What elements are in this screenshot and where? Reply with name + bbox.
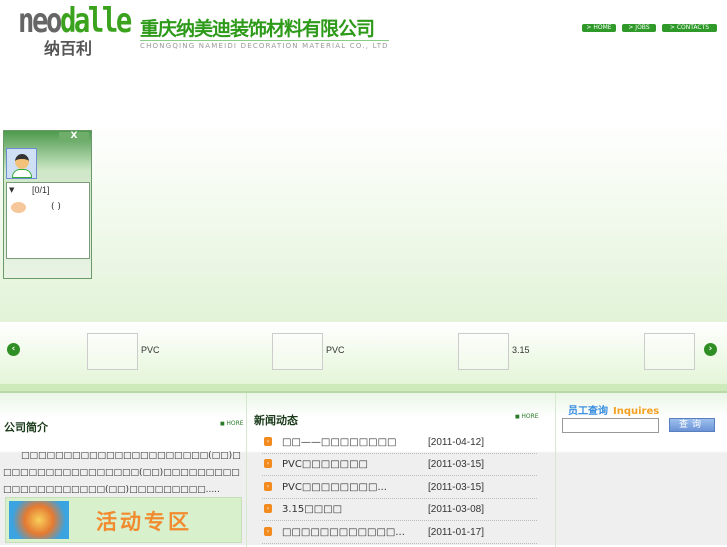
- slide-label[interactable]: 3.15: [512, 345, 530, 355]
- inquiry-title: 员工查询 Inquires: [568, 406, 660, 417]
- nav-contacts[interactable]: > CONTACTS: [662, 24, 717, 32]
- bullet-icon: ›: [264, 482, 272, 491]
- bullet-icon: ›: [264, 527, 272, 536]
- news-item-title[interactable]: PVC□□□□□□□: [282, 454, 368, 476]
- contact-list: ▼ [0/1] ( ): [6, 182, 90, 259]
- news-item[interactable]: › 3.15□□□□ [2011-03-08]: [262, 499, 537, 521]
- inquiry-button[interactable]: 查询: [669, 418, 715, 432]
- news-title: 新闻动态: [254, 414, 298, 427]
- about-section: 公司简介 HORE □□□□□□□□□□□□□□□□□□□□□□(□□)□□□□…: [0, 393, 247, 547]
- slide-thumb[interactable]: [644, 333, 695, 370]
- news-item-title[interactable]: 3.15□□□□: [282, 499, 342, 521]
- logo-cn: 纳百利: [44, 39, 93, 58]
- slide-thumb[interactable]: [272, 333, 323, 370]
- news-item-date: [2011-03-15]: [428, 459, 484, 470]
- nav-jobs[interactable]: > JOBS: [622, 24, 656, 32]
- logo[interactable]: neodalle 纳百利: [18, 1, 132, 58]
- chat-bubble-icon: [11, 202, 26, 213]
- news-item[interactable]: › □□——□□□□□□□□ [2011-04-12]: [262, 432, 537, 454]
- chat-widget: X ▼ [0/1] ( ): [3, 130, 92, 279]
- avatar: [6, 148, 37, 179]
- bullet-icon: ›: [264, 504, 272, 513]
- news-more-link[interactable]: HORE: [515, 413, 538, 420]
- banner-text: 活动专区: [96, 510, 192, 534]
- slide-label[interactable]: PVC: [326, 345, 345, 355]
- product-slider: ‹ PVC PVC 3.15 ›: [0, 322, 727, 391]
- news-item[interactable]: › □□□□□□□□□□□□... [2011-01-17]: [262, 522, 537, 544]
- logo-text: neodalle: [18, 1, 132, 41]
- news-item-date: [2011-03-08]: [428, 504, 484, 515]
- contact-item[interactable]: ( ): [51, 202, 61, 212]
- about-text: □□□□□□□□□□□□□□□□□□□□□□(□□)□□□□□□□□□□□□□□…: [3, 451, 241, 495]
- nav-home[interactable]: > HOME: [582, 24, 616, 32]
- group-label[interactable]: [0/1]: [32, 185, 50, 195]
- news-item-title[interactable]: PVC□□□□□□□□...: [282, 477, 387, 499]
- bullet-icon: ›: [264, 437, 272, 446]
- company-name-en: CHONGQING NAMEIDI DECORATION MATERIAL CO…: [140, 40, 389, 50]
- bullet-icon: ›: [264, 459, 272, 468]
- close-button[interactable]: X: [59, 132, 89, 141]
- about-title: 公司简介: [4, 421, 48, 434]
- slide-thumb[interactable]: [458, 333, 509, 370]
- slide-label[interactable]: PVC: [141, 345, 160, 355]
- news-section: 新闻动态 HORE › □□——□□□□□□□□ [2011-04-12] › PVC…: [247, 393, 556, 547]
- news-item-date: [2011-03-15]: [428, 482, 484, 493]
- news-item-title[interactable]: □□——□□□□□□□□: [282, 432, 396, 454]
- news-item-date: [2011-04-12]: [428, 437, 484, 448]
- slide-thumb[interactable]: [87, 333, 138, 370]
- inquiry-section: 员工查询 Inquires 查询: [556, 393, 727, 547]
- news-item[interactable]: › PVC□□□□□□□ [2011-03-15]: [262, 454, 537, 476]
- prev-arrow-icon[interactable]: ‹: [7, 343, 20, 356]
- company-name: 重庆纳美迪装饰材料有限公司: [140, 18, 375, 40]
- collapse-arrow-icon[interactable]: ▼: [9, 186, 14, 194]
- inquiry-input[interactable]: [562, 418, 659, 433]
- activity-banner[interactable]: 活动专区: [5, 497, 242, 543]
- about-more-link[interactable]: HORE: [220, 420, 243, 427]
- news-item[interactable]: › PVC□□□□□□□□... [2011-03-15]: [262, 477, 537, 499]
- news-item-date: [2011-01-17]: [428, 527, 484, 538]
- banner-image: [9, 501, 69, 539]
- content-area: 公司简介 HORE □□□□□□□□□□□□□□□□□□□□□□(□□)□□□□…: [0, 391, 727, 547]
- news-item-title[interactable]: □□□□□□□□□□□□...: [282, 522, 405, 544]
- next-arrow-icon[interactable]: ›: [704, 343, 717, 356]
